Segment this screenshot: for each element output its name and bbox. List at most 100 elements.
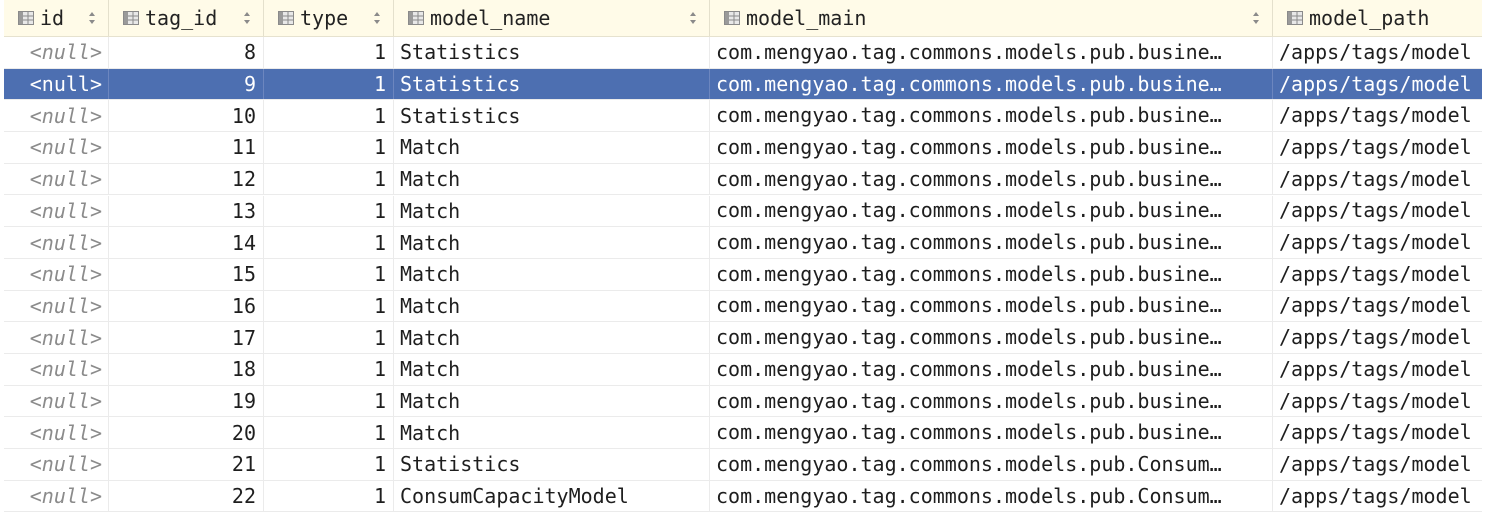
cell-tag-id[interactable]: 12 (109, 163, 264, 195)
cell-model-path[interactable]: /apps/tags/model (1273, 164, 1482, 195)
cell-model-name[interactable]: Match (394, 195, 710, 227)
table-row[interactable]: <null> 21 1 Statistics com.mengyao.tag.commo… (4, 449, 1482, 481)
cell-type[interactable]: 1 (264, 100, 394, 132)
table-row[interactable]: <null> 18 1 Match com.mengyao.tag.commons.mo… (4, 354, 1482, 386)
cell-id[interactable]: <null> (4, 68, 109, 100)
column-header-id[interactable]: id (4, 0, 109, 36)
cell-type[interactable]: 1 (264, 195, 394, 227)
sort-icon[interactable] (689, 10, 697, 26)
table-row[interactable]: <null> 20 1 Match com.mengyao.tag.commons.mo… (4, 417, 1482, 450)
cell-tag-id[interactable]: 20 (109, 417, 264, 449)
cell-model-main[interactable]: com.mengyao.tag.commons.models.pub.busin… (710, 290, 1273, 322)
cell-model-path[interactable]: /apps/tags/model (1273, 100, 1482, 131)
cell-type[interactable]: 1 (264, 385, 394, 417)
column-header-model-main[interactable]: model_main (710, 0, 1273, 36)
cell-model-path[interactable]: /apps/tags/model (1273, 322, 1482, 353)
cell-id[interactable]: <null> (4, 322, 109, 353)
cell-model-name[interactable]: Statistics (394, 68, 710, 100)
cell-type[interactable]: 1 (264, 37, 394, 68)
table-row[interactable]: <null> 10 1 Statistics com.mengyao.tag.commo… (4, 100, 1482, 133)
cell-id[interactable]: <null> (4, 385, 109, 417)
table-row[interactable]: <null> 19 1 Match com.mengyao.tag.commons.mo… (4, 385, 1482, 418)
table-row[interactable]: <null> 22 1 ConsumCapacityModel com.mengyao.… (4, 480, 1482, 513)
cell-model-main[interactable]: com.mengyao.tag.commons.models.pub.busin… (710, 100, 1273, 132)
cell-model-path[interactable]: /apps/tags/model (1273, 386, 1482, 417)
cell-model-main[interactable]: com.mengyao.tag.commons.models.pub.Consu… (710, 480, 1273, 512)
cell-model-main[interactable]: com.mengyao.tag.commons.models.pub.busin… (710, 227, 1273, 258)
cell-model-main[interactable]: com.mengyao.tag.commons.models.pub.busin… (710, 354, 1273, 385)
cell-model-path[interactable]: /apps/tags/model (1273, 132, 1482, 163)
cell-type[interactable]: 1 (264, 258, 394, 290)
cell-tag-id[interactable]: 16 (109, 290, 264, 322)
cell-model-name[interactable]: ConsumCapacityModel (394, 480, 710, 512)
cell-model-path[interactable]: /apps/tags/model (1273, 291, 1482, 322)
cell-tag-id[interactable]: 22 (109, 480, 264, 512)
cell-type[interactable]: 1 (264, 68, 394, 100)
cell-model-main[interactable]: com.mengyao.tag.commons.models.pub.busin… (710, 68, 1273, 100)
sort-icon[interactable] (243, 10, 251, 26)
cell-type[interactable]: 1 (264, 449, 394, 480)
cell-model-path[interactable]: /apps/tags/model (1273, 69, 1482, 100)
cell-model-main[interactable]: com.mengyao.tag.commons.models.pub.busin… (710, 195, 1273, 227)
cell-id[interactable]: <null> (4, 195, 109, 227)
cell-type[interactable]: 1 (264, 417, 394, 449)
table-row[interactable]: <null> 14 1 Match com.mengyao.tag.commons.mo… (4, 227, 1482, 259)
cell-id[interactable]: <null> (4, 37, 109, 68)
cell-id[interactable]: <null> (4, 417, 109, 449)
cell-model-path[interactable]: /apps/tags/model (1273, 259, 1482, 290)
cell-model-path[interactable]: /apps/tags/model (1273, 354, 1482, 385)
cell-tag-id[interactable]: 13 (109, 195, 264, 227)
cell-model-main[interactable]: com.mengyao.tag.commons.models.pub.busin… (710, 37, 1273, 68)
table-row[interactable]: <null> 12 1 Match com.mengyao.tag.commons.mo… (4, 163, 1482, 196)
column-header-model-path[interactable]: model_path (1273, 0, 1482, 36)
table-row[interactable]: <null> 16 1 Match com.mengyao.tag.commons.mo… (4, 290, 1482, 323)
cell-id[interactable]: <null> (4, 163, 109, 195)
table-row[interactable]: <null> 8 1 Statistics com.mengyao.tag.common… (4, 37, 1482, 69)
cell-model-path[interactable]: /apps/tags/model (1273, 417, 1482, 448)
cell-model-name[interactable]: Statistics (394, 37, 710, 68)
table-row[interactable]: <null> 15 1 Match com.mengyao.tag.commons.mo… (4, 258, 1482, 291)
cell-model-path[interactable]: /apps/tags/model (1273, 37, 1482, 68)
cell-type[interactable]: 1 (264, 322, 394, 353)
cell-model-name[interactable]: Statistics (394, 100, 710, 132)
cell-id[interactable]: <null> (4, 354, 109, 385)
cell-type[interactable]: 1 (264, 132, 394, 163)
cell-id[interactable]: <null> (4, 480, 109, 512)
cell-model-path[interactable]: /apps/tags/model (1273, 227, 1482, 258)
cell-model-main[interactable]: com.mengyao.tag.commons.models.pub.busin… (710, 163, 1273, 195)
cell-type[interactable]: 1 (264, 290, 394, 322)
cell-model-name[interactable]: Match (394, 258, 710, 290)
cell-tag-id[interactable]: 18 (109, 354, 264, 385)
cell-type[interactable]: 1 (264, 480, 394, 512)
table-row[interactable]: <null> 17 1 Match com.mengyao.tag.commons.mo… (4, 322, 1482, 354)
table-row[interactable]: <null> 11 1 Match com.mengyao.tag.commons.mo… (4, 132, 1482, 164)
cell-model-path[interactable]: /apps/tags/model (1273, 196, 1482, 227)
cell-type[interactable]: 1 (264, 227, 394, 258)
cell-tag-id[interactable]: 17 (109, 322, 264, 353)
cell-type[interactable]: 1 (264, 163, 394, 195)
cell-model-main[interactable]: com.mengyao.tag.commons.models.pub.busin… (710, 258, 1273, 290)
cell-model-main[interactable]: com.mengyao.tag.commons.models.pub.busin… (710, 132, 1273, 163)
column-header-model-name[interactable]: model_name (394, 0, 710, 36)
column-header-type[interactable]: type (264, 0, 394, 36)
cell-tag-id[interactable]: 15 (109, 258, 264, 290)
cell-model-name[interactable]: Match (394, 417, 710, 449)
cell-model-main[interactable]: com.mengyao.tag.commons.models.pub.busin… (710, 322, 1273, 353)
cell-model-name[interactable]: Match (394, 354, 710, 385)
cell-id[interactable]: <null> (4, 227, 109, 258)
cell-type[interactable]: 1 (264, 354, 394, 385)
cell-model-main[interactable]: com.mengyao.tag.commons.models.pub.Consu… (710, 449, 1273, 480)
sort-icon[interactable] (373, 10, 381, 26)
cell-id[interactable]: <null> (4, 100, 109, 132)
cell-tag-id[interactable]: 11 (109, 132, 264, 163)
cell-model-main[interactable]: com.mengyao.tag.commons.models.pub.busin… (710, 417, 1273, 449)
table-row[interactable]: <null> 13 1 Match com.mengyao.tag.commons.mo… (4, 195, 1482, 228)
cell-id[interactable]: <null> (4, 290, 109, 322)
cell-tag-id[interactable]: 8 (109, 37, 264, 68)
cell-model-name[interactable]: Match (394, 322, 710, 353)
cell-model-path[interactable]: /apps/tags/model (1273, 449, 1482, 480)
cell-id[interactable]: <null> (4, 258, 109, 290)
table-row[interactable]: <null> 9 1 Statistics com.mengyao.tag.common… (4, 68, 1482, 101)
cell-model-path[interactable]: /apps/tags/model (1273, 481, 1482, 512)
sort-icon[interactable] (88, 10, 96, 26)
